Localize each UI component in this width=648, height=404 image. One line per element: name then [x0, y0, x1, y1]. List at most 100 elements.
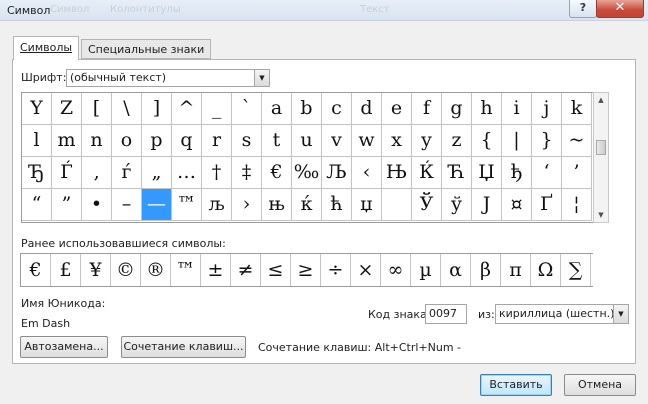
recent-symbol-cell[interactable]: ¥	[81, 254, 111, 286]
symbol-cell[interactable]: Y	[22, 93, 52, 125]
symbol-cell[interactable]: m	[52, 125, 82, 157]
autocorrect-button[interactable]: Автозамена...	[20, 336, 108, 358]
symbol-cell[interactable]: Z	[52, 93, 82, 125]
symbol-cell[interactable]: l	[22, 125, 52, 157]
symbol-cell[interactable]: ‹	[352, 157, 382, 189]
symbol-cell[interactable]: `	[232, 93, 262, 125]
recent-symbol-cell[interactable]: ×	[351, 254, 381, 286]
symbol-cell[interactable]: •	[82, 189, 112, 221]
symbol-cell[interactable]: j	[532, 93, 562, 125]
shortcut-key-button[interactable]: Сочетание клавиш...	[121, 336, 246, 358]
recent-symbol-cell[interactable]: ≤	[261, 254, 291, 286]
recent-symbol-cell[interactable]: ≥	[291, 254, 321, 286]
recent-symbol-cell[interactable]: ∑	[561, 254, 591, 286]
symbol-cell[interactable]: Љ	[322, 157, 352, 189]
symbol-cell[interactable]: e	[382, 93, 412, 125]
from-select[interactable]: кириллица (шестн.) ▼	[495, 304, 629, 324]
recent-symbol-cell[interactable]: ™	[171, 254, 201, 286]
symbol-cell[interactable]: v	[322, 125, 352, 157]
symbol-cell[interactable]: r	[202, 125, 232, 157]
symbol-cell[interactable]: †	[202, 157, 232, 189]
symbol-cell[interactable]: k	[562, 93, 592, 125]
symbol-cell[interactable]: Њ	[382, 157, 412, 189]
symbol-cell[interactable]	[382, 189, 412, 221]
recent-symbol-cell[interactable]: £	[51, 254, 81, 286]
symbol-cell[interactable]: —	[142, 189, 172, 221]
symbol-cell[interactable]: i	[502, 93, 532, 125]
symbol-cell[interactable]: ќ	[292, 189, 322, 221]
recent-symbol-cell[interactable]: Ω	[531, 254, 561, 286]
symbol-cell[interactable]: \	[112, 93, 142, 125]
symbol-cell[interactable]: s	[232, 125, 262, 157]
scroll-thumb[interactable]	[596, 140, 606, 155]
symbol-cell[interactable]: ~	[562, 125, 592, 157]
font-select[interactable]: (обычный текст) ▼	[66, 69, 270, 87]
symbol-cell[interactable]: Ў	[412, 189, 442, 221]
symbol-cell[interactable]: {	[472, 125, 502, 157]
symbol-cell[interactable]: Џ	[472, 157, 502, 189]
chevron-down-icon[interactable]: ▼	[254, 70, 269, 86]
scroll-up-icon[interactable]: ▲	[594, 94, 608, 106]
recent-symbol-cell[interactable]: ©	[111, 254, 141, 286]
tab-symbols[interactable]: Символы	[13, 36, 80, 60]
symbol-cell[interactable]: ›	[232, 189, 262, 221]
symbol-cell[interactable]: џ	[352, 189, 382, 221]
symbol-cell[interactable]: Ѓ	[52, 157, 82, 189]
symbol-cell[interactable]: x	[382, 125, 412, 157]
symbol-cell[interactable]: w	[352, 125, 382, 157]
symbol-cell[interactable]: ‰	[292, 157, 322, 189]
symbol-cell[interactable]: љ	[202, 189, 232, 221]
symbol-cell[interactable]: ѓ	[112, 157, 142, 189]
symbol-cell[interactable]: ™	[172, 189, 202, 221]
symbol-cell[interactable]: a	[262, 93, 292, 125]
symbol-cell[interactable]: Ґ	[532, 189, 562, 221]
symbol-grid-scrollbar[interactable]: ▲ ▼	[593, 92, 609, 223]
symbol-cell[interactable]: |	[502, 125, 532, 157]
symbol-cell[interactable]: ¤	[502, 189, 532, 221]
insert-button[interactable]: Вставить	[480, 374, 552, 396]
symbol-cell[interactable]: Ј	[472, 189, 502, 221]
symbol-cell[interactable]: o	[112, 125, 142, 157]
symbol-cell[interactable]: ‘	[532, 157, 562, 189]
symbol-cell[interactable]: d	[352, 93, 382, 125]
symbol-cell[interactable]: h	[472, 93, 502, 125]
symbol-cell[interactable]: y	[412, 125, 442, 157]
symbol-cell[interactable]: њ	[262, 189, 292, 221]
chevron-down-icon[interactable]: ▼	[613, 305, 628, 323]
symbol-cell[interactable]: ђ	[502, 157, 532, 189]
symbol-cell[interactable]: z	[442, 125, 472, 157]
symbol-cell[interactable]: b	[292, 93, 322, 125]
recent-symbol-cell[interactable]: β	[471, 254, 501, 286]
symbol-cell[interactable]: ‡	[232, 157, 262, 189]
symbol-cell[interactable]: €	[262, 157, 292, 189]
recent-symbol-cell[interactable]: α	[441, 254, 471, 286]
symbol-cell[interactable]: _	[202, 93, 232, 125]
recent-symbol-cell[interactable]: ®	[141, 254, 171, 286]
close-button[interactable]: ✕	[596, 0, 644, 18]
symbol-cell[interactable]: g	[442, 93, 472, 125]
symbol-cell[interactable]: ]	[142, 93, 172, 125]
symbol-cell[interactable]: f	[412, 93, 442, 125]
symbol-cell[interactable]: Ќ	[412, 157, 442, 189]
symbol-cell[interactable]: q	[172, 125, 202, 157]
symbol-cell[interactable]: ў	[442, 189, 472, 221]
char-code-input[interactable]: 0097	[425, 304, 467, 324]
symbol-cell[interactable]: [	[82, 93, 112, 125]
symbol-cell[interactable]: }	[532, 125, 562, 157]
symbol-cell[interactable]: –	[112, 189, 142, 221]
symbol-cell[interactable]: ”	[52, 189, 82, 221]
symbol-cell[interactable]: n	[82, 125, 112, 157]
symbol-cell[interactable]: ’	[562, 157, 592, 189]
symbol-cell[interactable]: …	[172, 157, 202, 189]
symbol-cell[interactable]: ‚	[82, 157, 112, 189]
symbol-cell[interactable]: “	[22, 189, 52, 221]
symbol-cell[interactable]: ^	[172, 93, 202, 125]
recent-symbol-cell[interactable]: ∞	[381, 254, 411, 286]
recent-symbol-cell[interactable]: ÷	[321, 254, 351, 286]
cancel-button[interactable]: Отмена	[564, 374, 636, 396]
tab-special-characters[interactable]: Специальные знаки	[81, 39, 212, 59]
symbol-cell[interactable]: ¦	[562, 189, 592, 221]
recent-symbol-cell[interactable]: ±	[201, 254, 231, 286]
symbol-cell[interactable]: u	[292, 125, 322, 157]
symbol-cell[interactable]: p	[142, 125, 172, 157]
